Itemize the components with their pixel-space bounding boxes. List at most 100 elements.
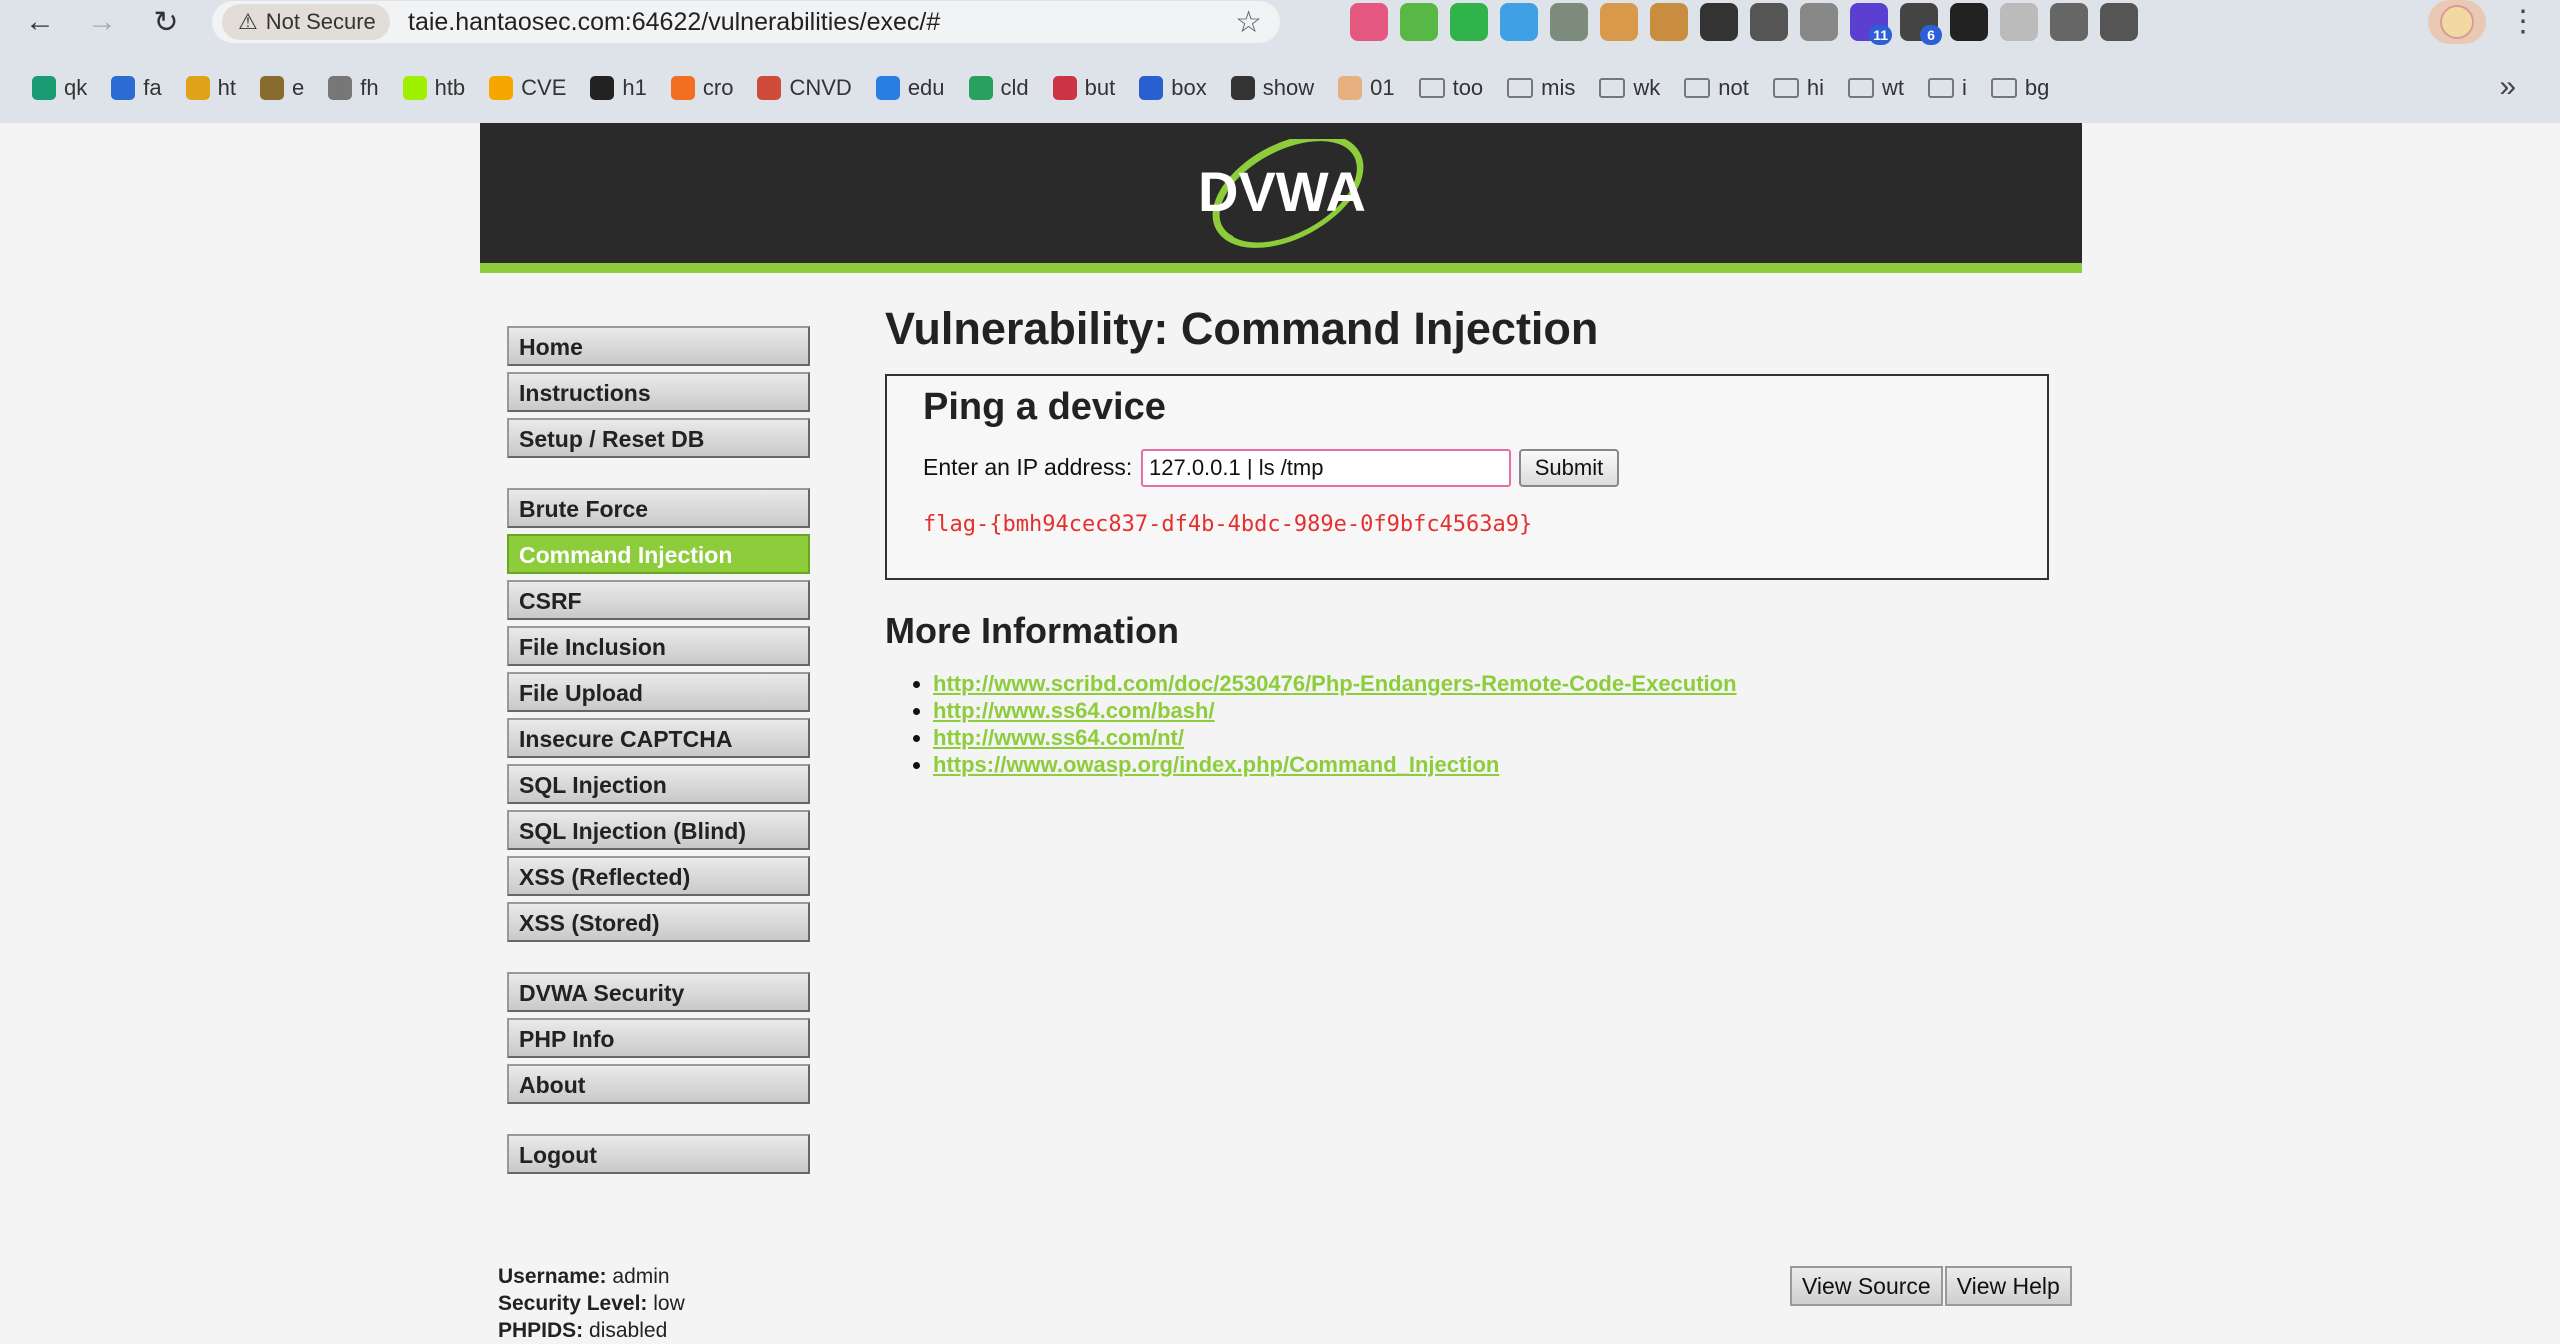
bookmark-h1[interactable]: h1 (578, 68, 658, 108)
forward-icon[interactable]: → (82, 4, 122, 40)
bookmark-wt[interactable]: wt (1836, 68, 1916, 108)
qr-ext-icon[interactable]: 6 (1900, 3, 1942, 45)
box-title: Ping a device (923, 386, 1166, 428)
phpids-label: PHPIDS: (498, 1319, 584, 1342)
hacker-ext-icon[interactable] (1700, 3, 1738, 41)
bookmark-e[interactable]: e (248, 68, 316, 108)
hack-bar-ext-icon[interactable] (1450, 3, 1488, 41)
bookmark-i[interactable]: i (1916, 68, 1979, 108)
dvwa-header: DVWA (480, 123, 2082, 273)
bookmark-label: too (1452, 75, 1484, 100)
menu-item-file-upload[interactable]: File Upload (507, 672, 810, 712)
bookmark-qk[interactable]: qk (20, 68, 99, 108)
menu-item-php-info[interactable]: PHP Info (507, 1018, 810, 1058)
reference-link[interactable]: http://www.ss64.com/bash/ (933, 698, 1215, 723)
bookmark-ht[interactable]: ht (174, 68, 248, 108)
translate-ext-icon[interactable] (1350, 3, 1388, 41)
circle-ext-icon[interactable] (2000, 3, 2038, 41)
menu-item-brute-force[interactable]: Brute Force (507, 488, 810, 528)
menu-item-logout[interactable]: Logout (507, 1134, 810, 1174)
bookmark-too[interactable]: too (1407, 68, 1496, 108)
menu-item-setup-reset-db[interactable]: Setup / Reset DB (507, 418, 810, 458)
bookmark-cve[interactable]: CVE (477, 68, 578, 108)
bookmark-wk[interactable]: wk (1587, 68, 1672, 108)
reference-link[interactable]: http://www.ss64.com/nt/ (933, 725, 1184, 750)
profile-avatar[interactable] (2428, 0, 2486, 44)
folder-icon (1507, 78, 1534, 98)
cube-ext-icon[interactable]: 11 (1850, 3, 1892, 45)
bookmark-cro[interactable]: cro (659, 68, 746, 108)
reference-link[interactable]: http://www.scribd.com/doc/2530476/Php-En… (933, 671, 1737, 696)
proxy-ext-icon[interactable] (1550, 3, 1588, 41)
cookie-ext-icon[interactable] (1650, 3, 1688, 41)
bookmark-cld[interactable]: cld (957, 68, 1041, 108)
bookmark-label: hi (1806, 75, 1824, 100)
menu-item-dvwa-security[interactable]: DVWA Security (507, 972, 810, 1012)
submit-button[interactable]: Submit (1519, 449, 1619, 487)
menu-item-home[interactable]: Home (507, 326, 810, 366)
bookmark-label: fh (360, 75, 379, 100)
bookmark-fa[interactable]: fa (99, 68, 173, 108)
bookmark-fh[interactable]: fh (316, 68, 390, 108)
bookmark-not[interactable]: not (1672, 68, 1761, 108)
menu-item-sql-injection[interactable]: SQL Injection (507, 764, 810, 804)
bookmark-label: i (1962, 75, 1967, 100)
ip-label: Enter an IP address: (923, 454, 1133, 480)
bookmark-label: show (1262, 75, 1315, 100)
hat-ext-icon[interactable] (1750, 3, 1788, 41)
bookmark-01[interactable]: 01 (1326, 68, 1406, 108)
view-source-button[interactable]: View Source (1790, 1266, 1943, 1306)
bookmark-mis[interactable]: mis (1495, 68, 1587, 108)
favicon-icon (1052, 76, 1077, 100)
bookmarks-overflow-icon[interactable]: » (2499, 70, 2516, 104)
menu-item-insecure-captcha[interactable]: Insecure CAPTCHA (507, 718, 810, 758)
back-icon[interactable]: ← (20, 4, 60, 40)
user-info: Username: admin Security Level: low PHPI… (498, 1263, 685, 1344)
ez-ext-icon[interactable] (1950, 3, 1988, 41)
bookmark-bg[interactable]: bg (1979, 68, 2061, 108)
bookmark-hi[interactable]: hi (1761, 68, 1836, 108)
avatar-icon (2440, 5, 2474, 39)
menu-item-xss-stored[interactable]: XSS (Stored) (507, 902, 810, 942)
bookmark-htb[interactable]: htb (391, 68, 478, 108)
extensions-ext-icon[interactable] (2050, 3, 2088, 41)
spy-ext-icon[interactable] (2100, 3, 2138, 41)
bookmark-but[interactable]: but (1041, 68, 1128, 108)
bookmark-label: htb (434, 75, 466, 100)
bookmark-label: wt (1882, 75, 1904, 100)
security-label: Not Secure (265, 9, 376, 34)
bookmark-cnvd[interactable]: CNVD (745, 68, 863, 108)
menu-item-command-injection[interactable]: Command Injection (507, 534, 810, 574)
folder-icon (1418, 78, 1445, 98)
more-info-title: More Information (885, 610, 1179, 651)
menu-item-instructions[interactable]: Instructions (507, 372, 810, 412)
extension-badge: 6 (1920, 25, 1942, 45)
browser-menu-icon[interactable]: ⋮ (2508, 4, 2538, 39)
bookmark-label: bg (2024, 75, 2050, 100)
runner-ext-icon[interactable] (1800, 3, 1838, 41)
menu-item-xss-reflected[interactable]: XSS (Reflected) (507, 856, 810, 896)
security-chip[interactable]: ⚠ Not Secure (222, 4, 390, 40)
address-bar[interactable]: ⚠ Not Secure taie.hantaosec.com:64622/vu… (212, 1, 1280, 43)
menu-block: Home Instructions Setup / Reset DB (507, 326, 810, 458)
bookmark-box[interactable]: box (1127, 68, 1218, 108)
menu-item-about[interactable]: About (507, 1064, 810, 1104)
leaf-ext-icon[interactable] (1400, 3, 1438, 41)
view-help-button[interactable]: View Help (1944, 1266, 2072, 1306)
bookmark-star-icon[interactable]: ☆ (1235, 5, 1262, 40)
menu-item-file-inclusion[interactable]: File Inclusion (507, 626, 810, 666)
reload-icon[interactable]: ↻ (146, 4, 186, 40)
favicon-icon (875, 76, 900, 100)
ip-input[interactable] (1141, 449, 1511, 487)
favicon-icon (590, 76, 615, 100)
bookmark-show[interactable]: show (1219, 68, 1326, 108)
menu-item-csrf[interactable]: CSRF (507, 580, 810, 620)
wappalyzer-ext-icon[interactable] (1500, 3, 1538, 41)
footer-buttons: View Source View Help (1790, 1266, 2072, 1306)
bookmark-edu[interactable]: edu (864, 68, 957, 108)
menu-item-sql-injection-blind[interactable]: SQL Injection (Blind) (507, 810, 810, 850)
ping-form-box: Ping a device Enter an IP address: Submi… (885, 374, 2049, 580)
url-text[interactable]: taie.hantaosec.com:64622/vulnerabilities… (408, 8, 940, 37)
reference-link[interactable]: https://www.owasp.org/index.php/Command_… (933, 752, 1499, 777)
puzzle-ext-icon[interactable] (1600, 3, 1638, 41)
